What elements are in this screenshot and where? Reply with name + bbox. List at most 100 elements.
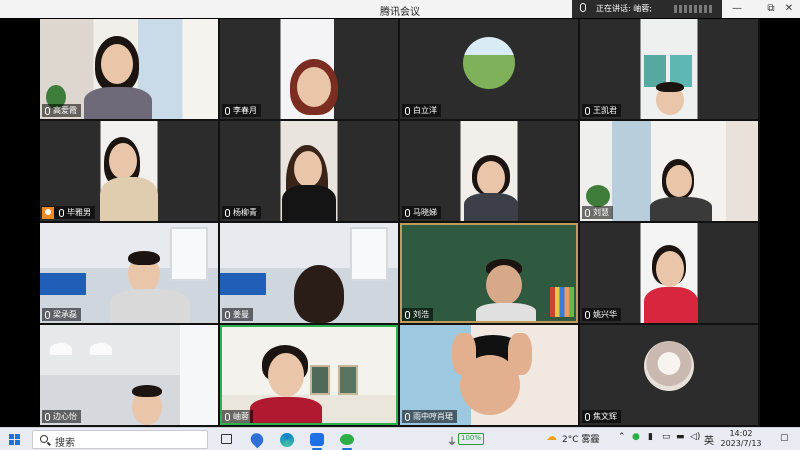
weather-text[interactable]: 2°C 雾霾	[562, 432, 599, 445]
participant-name: 岫蓉	[233, 412, 249, 421]
participant-nameplate: 白立洋	[402, 104, 441, 117]
host-icon	[42, 206, 54, 219]
participant-nameplate: 边心怡	[42, 410, 81, 423]
notification-icon[interactable]: ▢	[780, 433, 789, 443]
mic-icon	[585, 412, 590, 421]
video-gallery: 高爱霞 李春月 白立洋 王凯君 毕雅男 杨柳青 马晓娣 刘慧 梁承磊 姜曼 刘浩…	[40, 19, 760, 427]
mic-icon	[45, 106, 50, 115]
mic-icon	[405, 310, 410, 319]
participant-name: 姚兴华	[593, 310, 617, 319]
participant-nameplate: 岫蓉	[222, 410, 253, 423]
participant-name: 雨中哼肖珺	[413, 412, 453, 421]
minimize-button[interactable]: —	[728, 2, 746, 16]
participant-name: 边心怡	[53, 412, 77, 421]
speaking-label: 正在讲话: 岫蓉;	[596, 4, 652, 13]
video-tile[interactable]: 焦文辉	[580, 325, 758, 425]
close-button[interactable]: ✕	[780, 2, 798, 16]
mic-icon	[580, 3, 586, 12]
battery-indicator[interactable]: 100%	[458, 433, 484, 445]
mic-icon	[225, 412, 230, 421]
video-tile[interactable]: 姜曼	[220, 223, 398, 323]
mic-icon	[585, 208, 590, 217]
wechat-icon[interactable]	[338, 431, 356, 450]
battery-tray-icon[interactable]: ▬	[676, 432, 685, 442]
lamp-icon	[50, 343, 72, 355]
task-view-icon[interactable]	[218, 431, 236, 448]
video-tile[interactable]: 毕雅男	[40, 121, 218, 221]
participant-nameplate: 高爱霞	[42, 104, 81, 117]
avatar	[644, 341, 694, 391]
edge-browser-icon[interactable]	[278, 431, 296, 448]
mic-icon	[45, 310, 50, 319]
participant-nameplate: 焦文辉	[582, 410, 621, 423]
video-tile[interactable]: 梁承磊	[40, 223, 218, 323]
volume-icon[interactable]: ◁)	[690, 432, 700, 442]
participant-name: 王凯君	[593, 106, 617, 115]
mic-icon	[59, 208, 64, 217]
participant-name: 李春月	[233, 106, 257, 115]
video-tile[interactable]: 高爱霞	[40, 19, 218, 119]
video-tile[interactable]: 边心怡	[40, 325, 218, 425]
video-tile[interactable]: 王凯君	[580, 19, 758, 119]
participant-name: 高爱霞	[53, 106, 77, 115]
chevron-up-icon[interactable]: ⌃	[618, 432, 626, 442]
title-bar: 腾讯会议 正在讲话: 岫蓉; — ⧉ ✕	[0, 0, 800, 18]
mic-icon	[225, 310, 230, 319]
windows-start-icon[interactable]	[9, 434, 20, 445]
mic-icon	[405, 412, 410, 421]
participant-nameplate: 杨柳青	[222, 206, 261, 219]
taskbar-search[interactable]: 搜索	[32, 430, 208, 449]
date: 2023/7/13	[720, 439, 762, 448]
speaking-indicator: 正在讲话: 岫蓉;	[572, 0, 722, 18]
video-tile[interactable]: 白立洋	[400, 19, 578, 119]
video-tile[interactable]: 岫蓉	[220, 325, 398, 425]
plug-icon: ⏚	[447, 437, 457, 448]
wechat-tray-icon[interactable]: ●	[632, 432, 640, 442]
video-tile[interactable]: 刘浩	[400, 223, 578, 323]
video-tile[interactable]: 马晓娣	[400, 121, 578, 221]
clock[interactable]: 14:02 2023/7/13	[712, 429, 770, 449]
mic-icon	[585, 106, 590, 115]
participant-name: 白立洋	[413, 106, 437, 115]
participant-name: 焦文辉	[593, 412, 617, 421]
mic-icon	[225, 106, 230, 115]
network-icon[interactable]: ▭	[662, 432, 671, 442]
map-app-icon[interactable]	[248, 430, 266, 449]
lamp-icon	[90, 343, 112, 355]
time: 14:02	[729, 429, 753, 438]
participant-nameplate: 姜曼	[222, 308, 253, 321]
video-tile[interactable]: 杨柳青	[220, 121, 398, 221]
participant-nameplate: 王凯君	[582, 104, 621, 117]
participant-nameplate: 雨中哼肖珺	[402, 410, 457, 423]
video-tile[interactable]: 李春月	[220, 19, 398, 119]
mic-icon	[405, 106, 410, 115]
tencent-meeting-icon[interactable]	[308, 431, 326, 450]
mic-icon	[405, 208, 410, 217]
participant-name: 刘慧	[593, 208, 609, 217]
participant-nameplate: 梁承磊	[42, 308, 81, 321]
search-label: 搜索	[55, 438, 75, 449]
participant-nameplate: 姚兴华	[582, 308, 621, 321]
participant-nameplate: 刘浩	[402, 308, 433, 321]
participant-name: 刘浩	[413, 310, 429, 319]
participant-name: 马晓娣	[413, 208, 437, 217]
search-icon	[40, 435, 48, 443]
mic-tray-icon[interactable]: ▮	[648, 432, 653, 442]
video-tile[interactable]: 刘慧	[580, 121, 758, 221]
participant-nameplate: 毕雅男	[42, 206, 95, 219]
participant-nameplate: 李春月	[222, 104, 261, 117]
participant-nameplate: 刘慧	[582, 206, 613, 219]
participant-name: 梁承磊	[53, 310, 77, 319]
participant-nameplate: 马晓娣	[402, 206, 441, 219]
taskbar: 搜索 ⏚ 100% ☁ 2°C 雾霾 ⌃ ● ▮ ▭ ▬ ◁) 英 14:02 …	[0, 427, 800, 450]
video-tile[interactable]: 姚兴华	[580, 223, 758, 323]
participant-name: 姜曼	[233, 310, 249, 319]
weather-icon: ☁	[546, 430, 557, 443]
mic-icon	[225, 208, 230, 217]
audio-level-icon	[674, 5, 714, 13]
restore-button[interactable]: ⧉	[762, 2, 780, 16]
mic-icon	[585, 310, 590, 319]
participant-name: 杨柳青	[233, 208, 257, 217]
avatar	[463, 37, 515, 89]
video-tile[interactable]: 雨中哼肖珺	[400, 325, 578, 425]
